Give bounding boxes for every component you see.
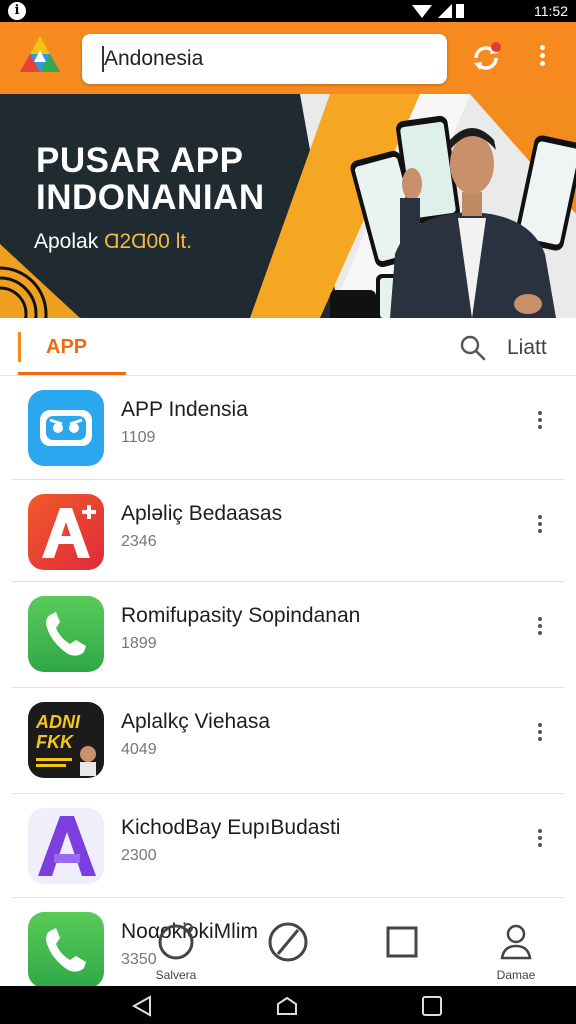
tab-indicator-bar: [18, 332, 21, 362]
promo-banner[interactable]: PUSAR APP INDONANIAN Apolak Ɑ2Ɑ00 lt.: [0, 94, 576, 318]
circle-icon: [158, 923, 194, 960]
banner-subtitle: Apolak Ɑ2Ɑ00 lt.: [34, 230, 192, 254]
tab-bar: APP Liatt: [0, 318, 576, 376]
app-name: KichodBay EupıBudasti: [121, 816, 341, 839]
banner-subtitle-highlight: Ɑ2Ɑ00 lt.: [104, 230, 193, 253]
list-item[interactable]: KichodBay EupıBudasti 2300: [12, 794, 564, 898]
banner-subtitle-prefix: Apolak: [34, 230, 99, 253]
system-navigation-bar: [0, 986, 576, 1024]
tab-app[interactable]: APP: [18, 318, 126, 376]
nav-item-3[interactable]: [372, 918, 432, 982]
search-icon[interactable]: [460, 335, 486, 361]
search-input[interactable]: Andonesia: [82, 34, 447, 84]
phone-icon: [28, 596, 104, 672]
nav-item-2[interactable]: [258, 918, 318, 982]
app-name: Aplalkç Viehasa: [121, 710, 271, 733]
adni-game-icon: ADNI FKK: [28, 702, 104, 778]
clock: 11:52: [534, 3, 568, 19]
bottom-navigation: Salvera Damae: [0, 906, 576, 986]
app-name: APP Indensia: [121, 398, 248, 421]
more-vert-icon[interactable]: [532, 512, 548, 542]
list-item[interactable]: Aplәliç Bedaasas 2346: [12, 480, 564, 582]
app-count: 4049: [121, 741, 157, 758]
sync-icon[interactable]: [468, 40, 504, 76]
nav-label: Damae: [496, 968, 536, 982]
app-count: 1109: [121, 429, 156, 446]
tab-app-label: APP: [46, 336, 88, 358]
more-vert-icon[interactable]: [532, 614, 548, 644]
list-item[interactable]: APP Indensia 1109: [12, 376, 564, 480]
recents-square-icon[interactable]: [420, 994, 444, 1018]
chat-bot-icon: [28, 390, 104, 466]
letter-a-plus-icon: [28, 494, 104, 570]
slash-circle-icon: [268, 922, 308, 962]
info-icon: i: [8, 2, 26, 20]
search-value: Andonesia: [104, 47, 204, 70]
top-app-bar: Andonesia: [0, 22, 576, 94]
icon-text-1: ADNI: [35, 712, 81, 732]
status-bar: i 11:52: [0, 0, 576, 22]
signal-icon: [412, 4, 464, 18]
nav-item-salvera[interactable]: Salvera: [146, 918, 206, 982]
app-count: 2346: [121, 533, 157, 550]
more-vert-icon[interactable]: [530, 42, 554, 74]
more-vert-icon[interactable]: [532, 408, 548, 438]
letter-a-purple-icon: [28, 808, 104, 884]
more-vert-icon[interactable]: [532, 720, 548, 750]
triangle-logo-icon[interactable]: [16, 32, 64, 82]
icon-text-2: FKK: [36, 732, 75, 752]
back-triangle-icon[interactable]: [130, 994, 154, 1018]
banner-title-line-1: PUSAR APP: [36, 141, 244, 180]
home-circle-icon[interactable]: [275, 994, 299, 1018]
more-vert-icon[interactable]: [532, 826, 548, 856]
square-icon: [386, 926, 418, 958]
app-name: Aplәliç Bedaasas: [121, 502, 283, 525]
nav-item-damae[interactable]: Damae: [486, 918, 546, 982]
banner-title: PUSAR APP INDONANIAN: [36, 142, 265, 216]
list-item[interactable]: ADNI FKK Aplalkç Viehasa 4049: [12, 688, 564, 794]
person-icon: [500, 924, 532, 960]
nav-label: Salvera: [155, 968, 197, 982]
tab-underline: [18, 372, 126, 375]
list-item[interactable]: Romifupasity Sopindanan 1899: [12, 582, 564, 688]
app-count: 1899: [121, 635, 157, 652]
app-count: 2300: [121, 847, 157, 864]
view-all-link[interactable]: Liatt: [507, 336, 547, 360]
app-name: Romifupasity Sopindanan: [121, 604, 361, 627]
banner-title-line-2: INDONANIAN: [36, 178, 265, 217]
